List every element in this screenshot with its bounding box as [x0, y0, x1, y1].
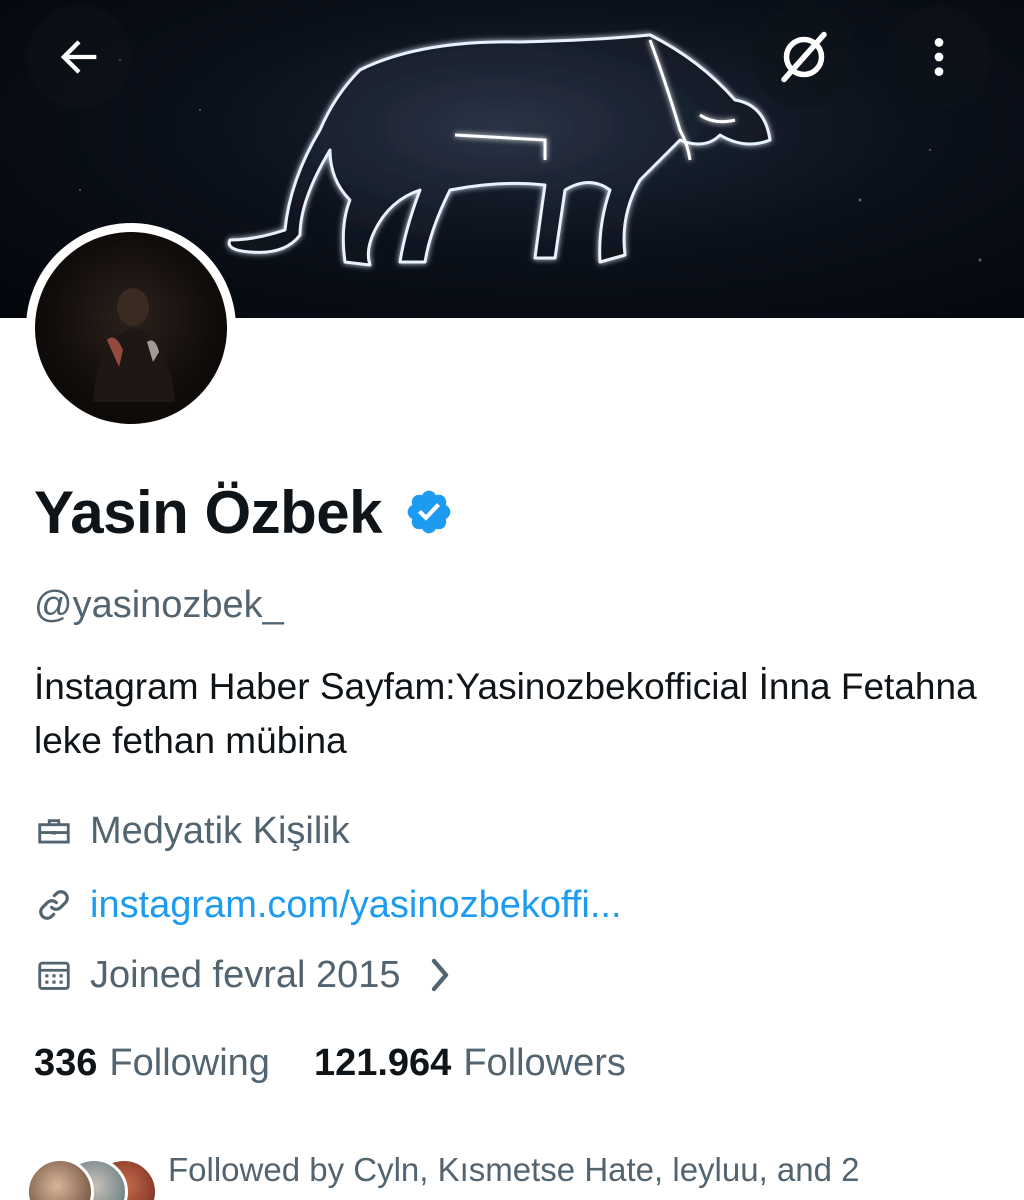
chevron-right-icon — [431, 958, 448, 992]
following-count: 336 — [34, 1041, 98, 1084]
more-options-button[interactable] — [887, 5, 991, 109]
follow-stats: 336 Following 121.964 Followers — [34, 1036, 626, 1090]
avatar[interactable] — [35, 232, 227, 424]
followers-stat[interactable]: 121.964 Followers — [314, 1042, 626, 1085]
avatar-photo — [93, 288, 175, 402]
followers-count: 121.964 — [313, 1041, 452, 1084]
following-stat[interactable]: 336 Following — [34, 1042, 270, 1085]
calendar-icon — [38, 961, 70, 990]
verified-badge-icon[interactable] — [404, 487, 454, 537]
website-link[interactable]: instagram.com/yasinozbekoffi... — [90, 884, 622, 927]
followed-by-row[interactable]: Followed by Cyln, Kısmetse Hate, leyluu,… — [26, 1150, 860, 1200]
professional-category: Medyatik Kişilik — [90, 809, 350, 852]
grok-icon — [781, 31, 827, 83]
link-icon — [39, 890, 69, 920]
grok-button[interactable] — [752, 5, 856, 109]
joined-date-row[interactable]: Joined fevral 2015 — [34, 950, 453, 1000]
avatar-border — [26, 223, 236, 433]
following-label: Following — [109, 1041, 270, 1084]
name-row: Yasin Özbek — [34, 474, 454, 550]
profile-bio: İnstagram Haber Sayfam:Yasinozbekofficia… — [34, 666, 977, 761]
professional-category-row: Medyatik Kişilik — [34, 806, 350, 856]
followers-label: Followers — [463, 1041, 626, 1084]
joined-date: Joined fevral 2015 — [90, 953, 401, 996]
back-arrow-icon — [60, 40, 97, 74]
website-row[interactable]: instagram.com/yasinozbekoffi... — [34, 880, 622, 930]
more-vertical-icon — [934, 38, 944, 76]
display-name: Yasin Özbek — [34, 478, 383, 546]
back-button[interactable] — [27, 5, 131, 109]
followed-by-avatars — [26, 1150, 160, 1200]
user-handle: @yasinozbek_ — [34, 584, 284, 626]
followed-by-text: Followed by Cyln, Kısmetse Hate, leyluu,… — [168, 1151, 860, 1188]
briefcase-icon — [38, 819, 70, 844]
